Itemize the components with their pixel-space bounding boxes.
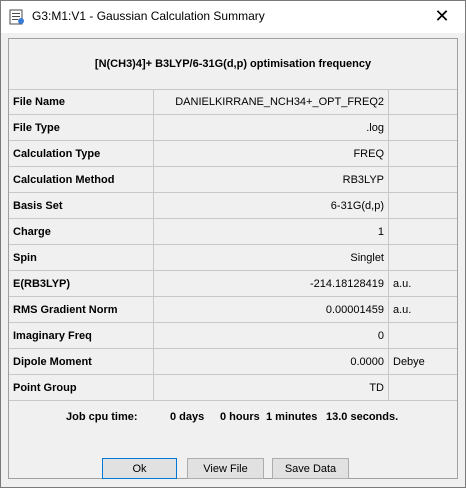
save-data-button[interactable]: Save Data [272,458,349,479]
row-unit [388,140,457,167]
cpu-time-label: Job cpu time: [66,411,138,423]
dialog-body: [N(CH3)4]+ B3LYP/6-31G(d,p) optimisation… [1,33,465,487]
cpu-time-seconds: 13.0 seconds. [326,411,399,423]
row-unit [388,192,457,219]
row-label: Charge [9,218,154,245]
cpu-time-hours: 0 hours [220,411,260,423]
table-row: Calculation Method RB3LYP [9,166,457,193]
summary-table: File Name DANIELKIRRANE_NCH34+_OPT_FREQ2 F… [9,89,457,401]
table-row: Calculation Type FREQ [9,140,457,167]
table-row: RMS Gradient Norm 0.00001459 a.u. [9,296,457,323]
row-value: 1 [153,218,389,245]
button-row: Ok View File Save Data [1,454,465,484]
title-bar[interactable]: G3:M1:V1 - Gaussian Calculation Summary … [1,1,465,33]
table-row: Spin Singlet [9,244,457,271]
row-unit [388,218,457,245]
row-value: -214.18128419 [153,270,389,297]
row-label: Calculation Method [9,166,154,193]
job-cpu-time: Job cpu time: 0 days 0 hours 1 minutes 1… [9,406,457,428]
window-title: G3:M1:V1 - Gaussian Calculation Summary [32,9,265,23]
calculation-heading: [N(CH3)4]+ B3LYP/6-31G(d,p) optimisation… [9,39,457,90]
table-row: E(RB3LYP) -214.18128419 a.u. [9,270,457,297]
row-label: File Type [9,114,154,141]
table-row: File Type .log [9,114,457,141]
table-row: Basis Set 6-31G(d,p) [9,192,457,219]
row-unit [388,244,457,271]
row-value: .log [153,114,389,141]
row-label: E(RB3LYP) [9,270,154,297]
row-label: RMS Gradient Norm [9,296,154,323]
row-value: 0.0000 [153,348,389,375]
summary-panel: [N(CH3)4]+ B3LYP/6-31G(d,p) optimisation… [8,38,458,479]
table-row: Dipole Moment 0.0000 Debye [9,348,457,375]
table-row: Imaginary Freq 0 [9,322,457,349]
row-unit [388,166,457,193]
ok-button[interactable]: Ok [102,458,177,479]
close-icon: ✕ [434,5,450,26]
row-value: 6-31G(d,p) [153,192,389,219]
row-unit [388,89,457,115]
row-value: Singlet [153,244,389,271]
row-label: Point Group [9,374,154,401]
summary-window: G3:M1:V1 - Gaussian Calculation Summary … [0,0,466,488]
row-label: Imaginary Freq [9,322,154,349]
row-value: FREQ [153,140,389,167]
row-unit: a.u. [388,270,457,297]
row-label: Dipole Moment [9,348,154,375]
view-file-button[interactable]: View File [187,458,264,479]
gaussview-app-icon [9,9,25,25]
row-unit [388,322,457,349]
row-unit: Debye [388,348,457,375]
close-button[interactable]: ✕ [419,1,465,31]
row-label: Spin [9,244,154,271]
table-row: File Name DANIELKIRRANE_NCH34+_OPT_FREQ2 [9,89,457,115]
row-label: Basis Set [9,192,154,219]
row-unit [388,374,457,401]
cpu-time-days: 0 days [170,411,205,423]
table-row: Charge 1 [9,218,457,245]
row-unit [388,114,457,141]
row-unit: a.u. [388,296,457,323]
row-value: TD [153,374,389,401]
row-value: 0 [153,322,389,349]
cpu-time-minutes: 1 minutes [266,411,318,423]
row-label: Calculation Type [9,140,154,167]
row-label: File Name [9,89,154,115]
table-row: Point Group TD [9,374,457,401]
row-value: 0.00001459 [153,296,389,323]
row-value: DANIELKIRRANE_NCH34+_OPT_FREQ2 [153,89,389,115]
row-value: RB3LYP [153,166,389,193]
